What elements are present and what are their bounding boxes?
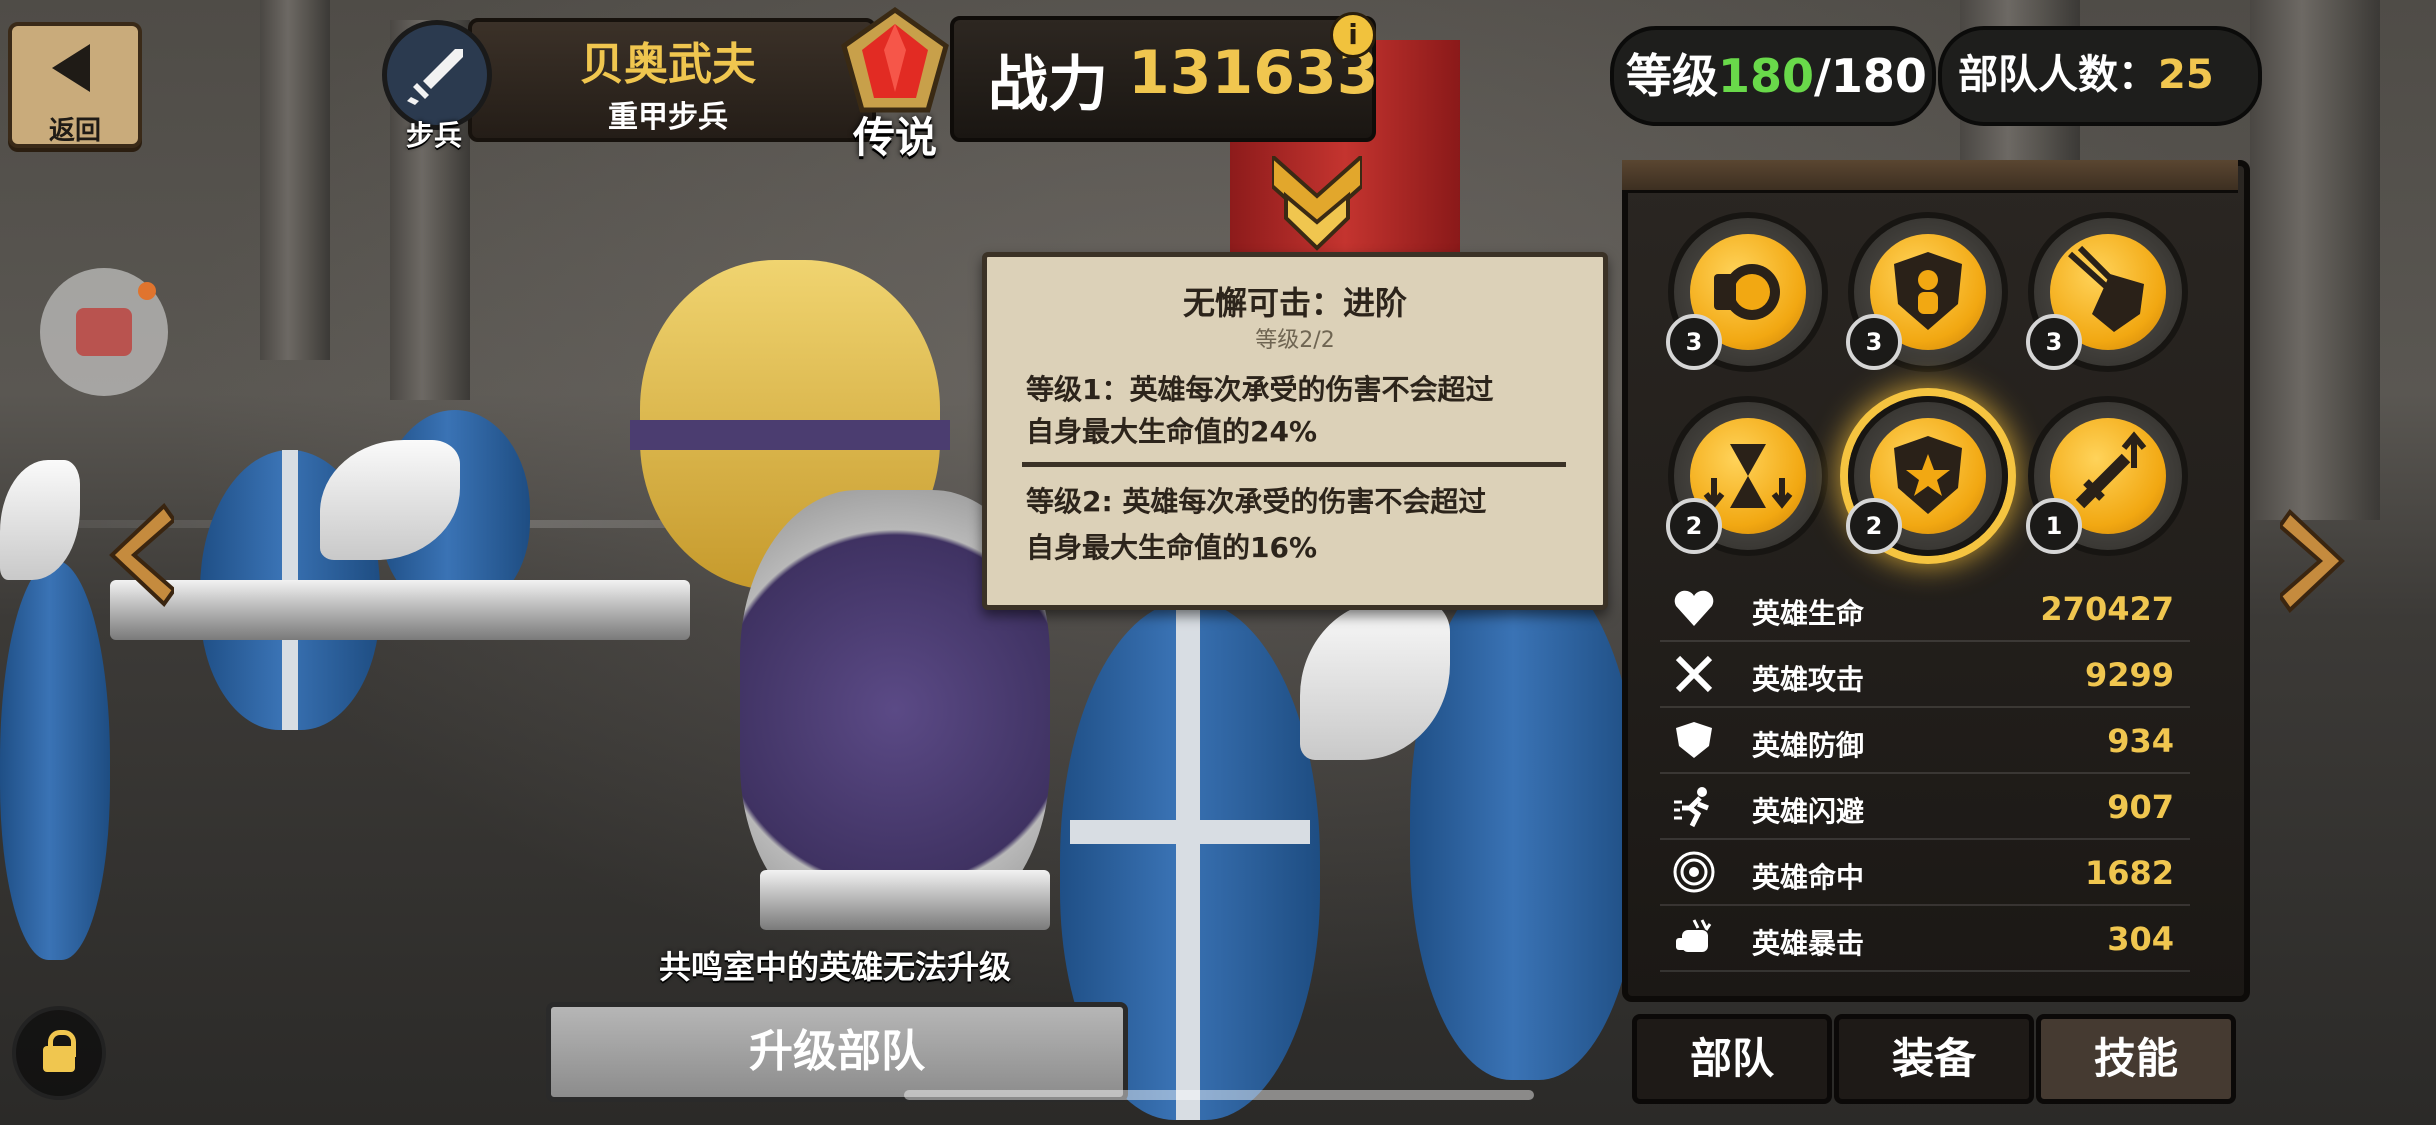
- tooltip-level2-line1: 等级2: 英雄每次承受的伤害不会超过: [1026, 485, 1487, 518]
- knight-wing: [0, 460, 80, 580]
- level-display: 等级180/180: [1626, 40, 1927, 106]
- tab-equipment[interactable]: 装备: [1834, 1014, 2034, 1104]
- target-icon: [1673, 851, 1715, 893]
- shop-button[interactable]: [40, 268, 168, 396]
- stat-name: 英雄命中: [1752, 861, 1865, 894]
- hero-sword: [110, 580, 690, 640]
- stat-value: 934: [2107, 722, 2174, 760]
- rank-chevron-icon: [1272, 156, 1362, 251]
- tooltip-divider: [1022, 462, 1566, 467]
- level-label: 等级: [1626, 49, 1718, 103]
- skill-level-badge: 1: [2026, 498, 2082, 554]
- stat-row-dodge: 英雄闪避 907: [1660, 772, 2190, 840]
- back-arrow-icon: [52, 44, 90, 92]
- previous-hero-arrow-icon[interactable]: [104, 500, 174, 610]
- tooltip-title: 无懈可击：进阶: [1182, 284, 1407, 322]
- skill-slot-1[interactable]: 3: [1666, 212, 1828, 372]
- skill-level-badge: 3: [1666, 314, 1722, 370]
- stat-value: 270427: [2040, 590, 2174, 628]
- stat-value: 907: [2107, 788, 2174, 826]
- tooltip-level2-line2: 自身最大生命值的16%: [1026, 531, 1318, 564]
- lock-button[interactable]: [12, 1006, 106, 1100]
- stat-row-hp: 英雄生命 270427: [1660, 574, 2190, 642]
- tab-skills[interactable]: 技能: [2036, 1014, 2236, 1104]
- home-indicator[interactable]: [904, 1090, 1534, 1100]
- info-icon[interactable]: i: [1330, 12, 1376, 58]
- back-button[interactable]: 返回: [8, 22, 142, 148]
- panel-header-bar: [1622, 160, 2238, 193]
- stat-row-defense: 英雄防御 934: [1660, 706, 2190, 774]
- stat-value: 9299: [2084, 656, 2174, 694]
- running-icon: [1674, 787, 1709, 828]
- shop-bag-icon: [76, 308, 132, 356]
- lock-icon-body: [43, 1046, 75, 1072]
- upgrade-troop-button[interactable]: 升级部队: [546, 1002, 1128, 1102]
- class-label: 步兵: [405, 119, 462, 152]
- stat-row-crit: 英雄暴击 304: [1660, 904, 2190, 972]
- hero-headband: [630, 420, 950, 450]
- rarity-label: 传说: [852, 113, 937, 162]
- troop-count-label: 部队人数：: [1958, 52, 2158, 98]
- upgrade-button-label: 升级部队: [749, 1026, 925, 1077]
- shield-icon: [1676, 722, 1712, 758]
- skill-level-badge: 2: [1846, 498, 1902, 554]
- heart-icon: [1674, 590, 1714, 626]
- stat-name: 英雄防御: [1752, 729, 1865, 762]
- tooltip-level: 等级2/2: [1255, 328, 1335, 353]
- level-current: 180: [1718, 49, 1815, 103]
- stat-row-attack: 英雄攻击 9299: [1660, 640, 2190, 708]
- skill-slot-3[interactable]: 3: [2026, 212, 2188, 372]
- skill-slot-2[interactable]: 3: [1846, 212, 2008, 372]
- back-label: 返回: [48, 116, 101, 146]
- hero-short-sword: [760, 870, 1050, 930]
- next-hero-arrow-icon[interactable]: [2280, 506, 2350, 616]
- stat-name: 英雄闪避: [1752, 795, 1865, 828]
- hero-subtitle: 重甲步兵: [608, 100, 728, 135]
- knight-stripe: [1176, 600, 1200, 1120]
- stat-name: 英雄生命: [1752, 597, 1865, 630]
- skill-level-badge: 2: [1666, 498, 1722, 554]
- stat-name: 英雄暴击: [1752, 927, 1865, 960]
- tooltip-level1-line1: 等级1：英雄每次承受的伤害不会超过: [1026, 373, 1494, 406]
- knight-figure: [0, 560, 110, 960]
- sword-icon: [407, 49, 463, 105]
- crossed-swords-icon: [1675, 655, 1713, 693]
- troop-count-value: 25: [2158, 52, 2214, 98]
- tab-troops[interactable]: 部队: [1632, 1014, 1832, 1104]
- stat-value: 304: [2107, 920, 2174, 958]
- skill-level-badge: 3: [2026, 314, 2082, 370]
- stat-value: 1682: [2084, 854, 2174, 892]
- troop-count-display: 部队人数：25: [1958, 42, 2214, 100]
- pillar: [2250, 0, 2380, 520]
- skill-slot-6[interactable]: 1: [2026, 396, 2188, 556]
- skill-level-badge: 3: [1846, 314, 1902, 370]
- hero-name: 贝奥武夫: [580, 39, 756, 90]
- skill-slot-4[interactable]: 2: [1666, 396, 1828, 556]
- upgrade-disabled-note: 共鸣室中的英雄无法升级: [658, 948, 1011, 986]
- skill-slot-5-selected[interactable]: 2: [1846, 396, 2008, 556]
- pillar: [260, 0, 330, 360]
- knight-stripe: [1070, 820, 1310, 844]
- level-max: /180: [1814, 49, 1927, 103]
- stat-row-accuracy: 英雄命中 1682: [1660, 838, 2190, 906]
- power-label: 战力: [988, 50, 1108, 120]
- notification-dot: [138, 282, 156, 300]
- fist-icon: [1676, 919, 1712, 952]
- stat-name: 英雄攻击: [1752, 663, 1865, 696]
- tooltip-level1-line2: 自身最大生命值的24%: [1026, 415, 1318, 448]
